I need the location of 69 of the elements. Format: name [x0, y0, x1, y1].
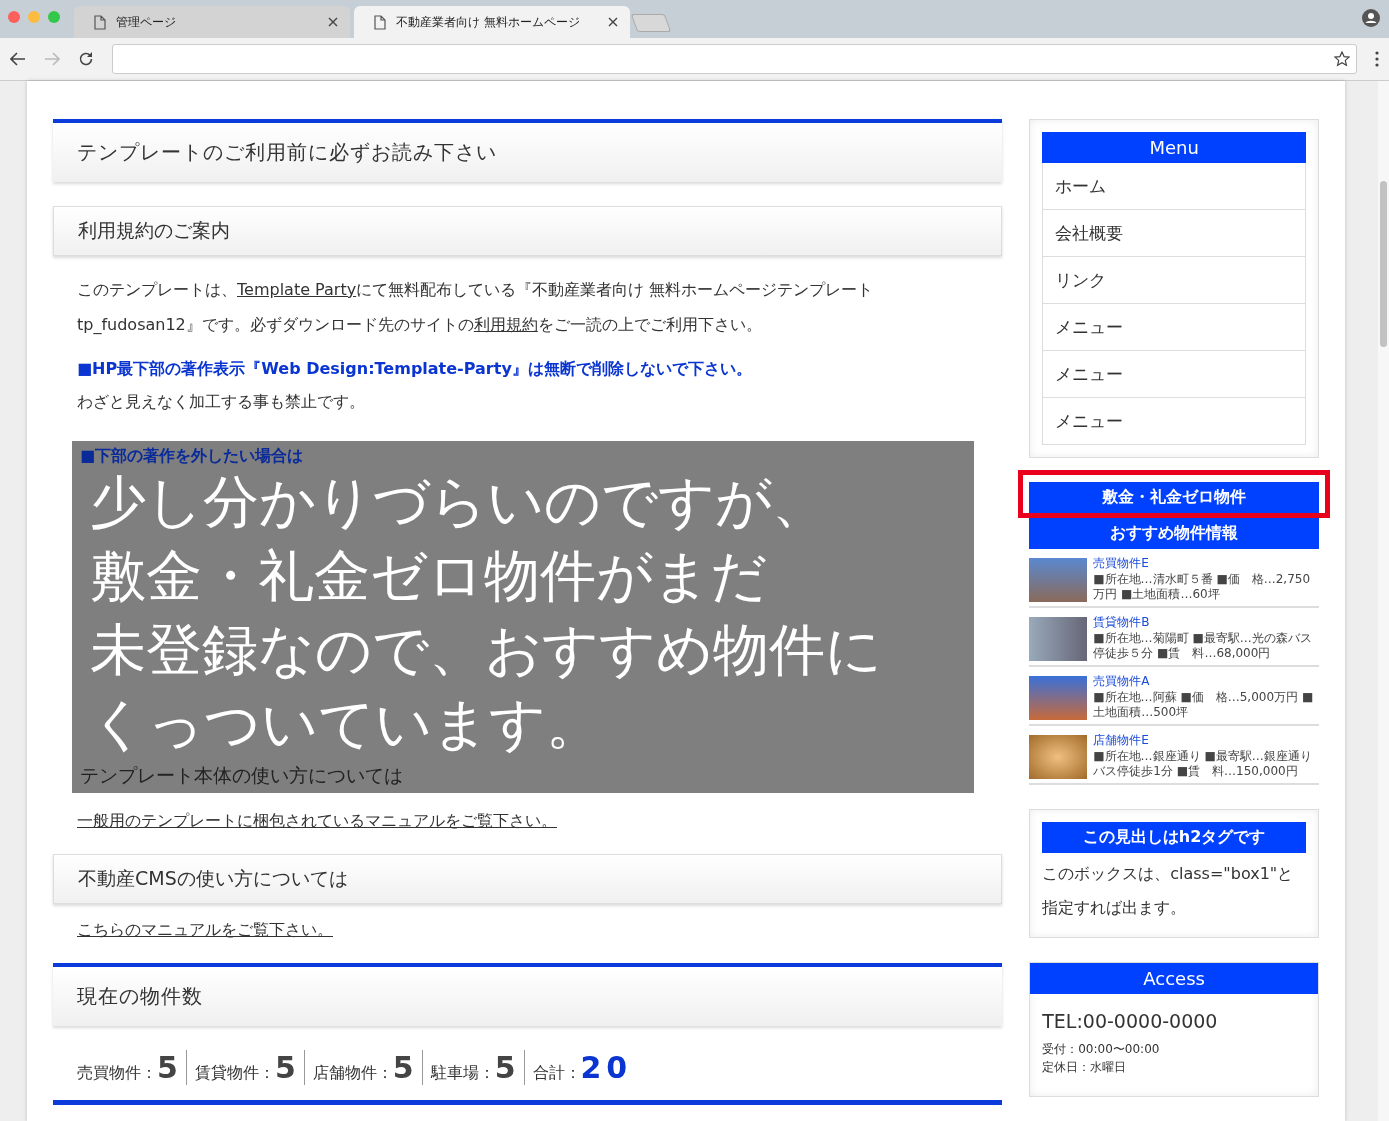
- photo-placeholder: [1029, 735, 1088, 779]
- box-text: このボックスは、class="box1"と指定すれば出ます。: [1042, 863, 1295, 919]
- paragraph: このテンプレートは、Template Partyにて無料配布している『不動産業者向け 無料ホームページテンプレート tp_fudosan12』です。必ずダウンロード先のサイトの利用規約をご一読の上でご利用下さい。: [77, 279, 875, 336]
- manual-link[interactable]: こちらのマニュアルをご覧下さい。: [77, 920, 333, 939]
- property-link[interactable]: 店舗物件E: [1093, 733, 1319, 749]
- browser-tab[interactable]: 管理ページ: [74, 6, 350, 38]
- caption-line: 未登録なので、おすすめ物件に: [90, 616, 882, 684]
- recommended-title: おすすめ物件情報: [1029, 518, 1319, 549]
- menu-item[interactable]: リンク: [1042, 257, 1306, 304]
- document-icon: [374, 14, 386, 30]
- browser-tab[interactable]: 不動産業者向け 無料ホームページ: [354, 6, 630, 38]
- property-link[interactable]: 売買物件A: [1093, 674, 1319, 690]
- property-link[interactable]: 売買物件E: [1093, 556, 1319, 572]
- photo-placeholder: [1029, 676, 1088, 720]
- access-title: Access: [1030, 963, 1318, 994]
- tab-title: 不動産業者向け 無料ホームページ: [396, 13, 581, 31]
- menu-item[interactable]: メニュー: [1042, 351, 1306, 398]
- property-detail: ■所在地…清水町５番 ■価 格…2,750万円 ■土地面積…60坪: [1093, 571, 1312, 602]
- menu-item[interactable]: 会社概要: [1042, 210, 1306, 257]
- stat-value: 5: [274, 1050, 296, 1085]
- subsection-heading: 利用規約のご案内: [53, 206, 1003, 256]
- section-heading: 現在の物件数: [53, 963, 1003, 1026]
- caption-line: 少し分かりづらいのですが、: [90, 468, 828, 536]
- property-detail: ■所在地…菊陽町 ■最寄駅…光の森バス停徒歩５分 ■賃 料…68,000円: [1093, 630, 1313, 661]
- caption-line: 敷金・礼金ゼロ物件がまだ: [90, 542, 767, 610]
- close-icon[interactable]: [328, 17, 338, 27]
- star-icon[interactable]: [1334, 51, 1350, 67]
- hours-text: 受付：00:00〜00:00: [1042, 1041, 1161, 1058]
- manual-link[interactable]: 一般用のテンプレートに梱包されているマニュアルをご覧下さい。: [77, 811, 557, 830]
- document-icon: [94, 14, 106, 30]
- paragraph: わざと見えなく加工する事も禁止です。: [77, 391, 366, 413]
- stat-label: 店舗物件：: [312, 1063, 393, 1084]
- photo-placeholder: [1029, 558, 1088, 602]
- subsection-heading: テンプレート本体の使い方については: [80, 763, 403, 787]
- text-link[interactable]: Template Party: [237, 280, 357, 299]
- more-menu-icon[interactable]: [1375, 51, 1379, 67]
- box-title: この見出しはh2タグです: [1042, 822, 1306, 853]
- featured-title: 敷金・礼金ゼロ物件: [1029, 482, 1319, 513]
- notice-text: ■下部の著作を外したい場合は: [80, 447, 304, 465]
- stat-value: 20: [580, 1050, 633, 1085]
- menu-item[interactable]: メニュー: [1042, 304, 1306, 351]
- stat-value: 5: [392, 1050, 414, 1085]
- subsection-heading: 不動産CMSの使い方については: [53, 854, 1003, 904]
- address-field[interactable]: [112, 44, 1357, 74]
- property-link[interactable]: 賃貸物件B: [1093, 615, 1319, 631]
- property-detail: ■所在地…阿蘇 ■価 格…5,000万円 ■土地面積…500坪: [1093, 689, 1315, 720]
- hours-text: 定休日：水曜日: [1042, 1059, 1128, 1076]
- stat-label: 賃貸物件：: [194, 1063, 275, 1084]
- notice-text: ■HP最下部の著作表示『Web Design:Template-Party』は無断で削除しないで下さい。: [77, 358, 753, 380]
- property-detail: ■所在地…銀座通り ■最寄駅…銀座通りバス停徒歩1分 ■賃 料…150,000円: [1093, 748, 1313, 779]
- back-arrow-icon[interactable]: [10, 52, 26, 66]
- stat-value: 5: [157, 1050, 178, 1085]
- profile-icon[interactable]: [1362, 9, 1380, 27]
- stat-label: 合計：: [532, 1063, 581, 1084]
- tab-title: 管理ページ: [116, 13, 177, 31]
- stat-label: 売買物件：: [77, 1063, 157, 1084]
- caption-line: くっついています。: [90, 690, 602, 758]
- menu-title: Menu: [1042, 132, 1306, 163]
- close-icon[interactable]: [608, 17, 618, 27]
- scrollbar-thumb[interactable]: [1380, 181, 1387, 347]
- stat-label: 駐車場：: [430, 1063, 495, 1084]
- menu-item[interactable]: メニュー: [1042, 398, 1306, 445]
- phone-number: TEL:00-0000-0000: [1042, 1010, 1219, 1032]
- menu-item[interactable]: ホーム: [1042, 163, 1306, 210]
- photo-placeholder: [1029, 617, 1088, 661]
- section-heading: テンプレートのご利用前に必ずお読み下さい: [53, 119, 1003, 182]
- stat-value: 5: [494, 1050, 516, 1085]
- reload-icon[interactable]: [78, 51, 94, 67]
- text-link[interactable]: 利用規約: [473, 315, 538, 334]
